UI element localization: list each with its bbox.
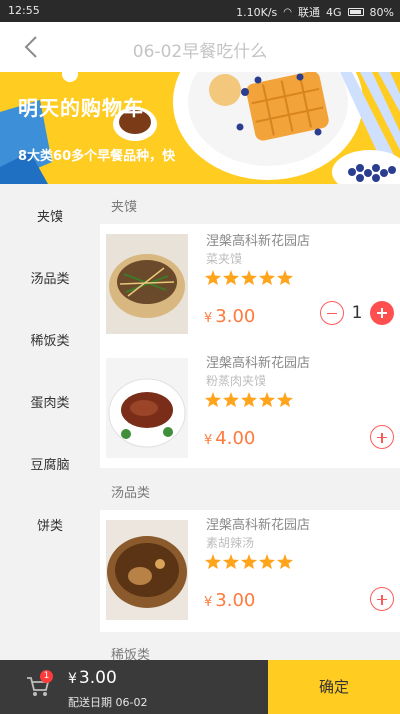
cart-badge: 1 — [40, 670, 53, 683]
plus-icon-vertical — [381, 432, 383, 443]
page-title: 06-02早餐吃什么 — [132, 42, 268, 62]
network-type: 4G — [326, 5, 342, 19]
product-price: ¥3.00 — [204, 306, 255, 327]
confirm-button[interactable]: 确定 — [268, 660, 400, 714]
banner-subtitle: 8大类60多个早餐品种，快 — [18, 149, 176, 164]
quantity-stepper — [370, 587, 394, 611]
product-card[interactable]: 涅槃高科新花园店 素胡辣汤 ¥3.00 — [100, 510, 400, 632]
section-title: 稀饭类 — [111, 648, 151, 660]
carrier-label: 联通 — [298, 6, 321, 19]
product-image — [106, 234, 188, 334]
cart-total: ¥3.00 — [68, 668, 117, 688]
dish-name: 菜夹馍 — [206, 252, 243, 266]
network-speed: 1.10K/s — [236, 5, 278, 19]
product-list: 夹馍 涅槃高科新花园店 菜夹馍 ¥ 3.00 1 涅槃高科新花园店 粉蒸肉夹馍 … — [100, 184, 400, 660]
category-item-tofu-pudding[interactable]: 豆腐脑 — [0, 454, 100, 473]
decrease-button[interactable] — [320, 301, 344, 325]
plus-icon-vertical — [381, 308, 383, 318]
cart-summary[interactable]: 1 ¥3.00 配送日期 06-02 — [0, 660, 268, 714]
status-bar: 12:55 1.10K/s ◠ 联通 4G 80% — [0, 0, 400, 22]
category-item-egg-meat[interactable]: 蛋肉类 — [0, 392, 100, 411]
battery-icon — [347, 8, 364, 16]
shop-name: 涅槃高科新花园店 — [206, 234, 311, 249]
shop-name: 涅槃高科新花园店 — [206, 356, 311, 371]
currency-symbol: ¥ — [204, 433, 213, 448]
quantity-stepper: 1 — [320, 301, 394, 325]
product-image — [106, 358, 188, 458]
dish-name: 素胡辣汤 — [206, 536, 255, 550]
product-price: ¥4.00 — [204, 428, 255, 449]
currency-symbol: ¥ — [68, 671, 77, 687]
promo-banner[interactable]: 明天的购物车 8大类60多个早餐品种，快 — [0, 72, 400, 184]
product-card[interactable]: 涅槃高科新花园店 粉蒸肉夹馍 ¥4.00 — [100, 346, 400, 468]
currency-symbol: ¥ — [204, 595, 213, 610]
add-button[interactable] — [370, 425, 394, 449]
category-item-soup[interactable]: 汤品类 — [0, 268, 100, 287]
minus-icon — [327, 312, 337, 315]
category-item-jiamo[interactable]: 夹馍 — [0, 206, 100, 225]
product-card[interactable]: 涅槃高科新花园店 菜夹馍 ¥3.00 1 — [100, 224, 400, 346]
banner-illustration — [0, 72, 400, 184]
dish-name: 粉蒸肉夹馍 — [206, 374, 267, 388]
banner-title: 明天的购物车 — [18, 96, 144, 120]
currency-symbol: ¥ — [204, 311, 213, 326]
battery-level: 80% — [369, 5, 394, 19]
star-icon — [205, 270, 293, 285]
category-menu: 夹馍 汤品类 稀饭类 蛋肉类 豆腐脑 饼类 — [0, 184, 100, 660]
quantity-stepper — [370, 425, 394, 449]
section-title: 汤品类 — [111, 486, 151, 501]
shop-name: 涅槃高科新花园店 — [206, 518, 311, 533]
status-right: 1.10K/s ◠ 联通 4G 80% — [236, 4, 394, 20]
total-value: 3.00 — [78, 668, 117, 688]
quantity-value: 1 — [351, 303, 363, 323]
price-value: 4.00 — [215, 428, 256, 449]
product-image — [106, 520, 188, 620]
delivery-date: 配送日期 06-02 — [68, 696, 148, 709]
star-icon — [205, 392, 293, 407]
category-item-pancake[interactable]: 饼类 — [0, 515, 100, 534]
rating-stars — [205, 554, 295, 570]
price-value: 3.00 — [215, 306, 256, 327]
cart-bar: 1 ¥3.00 配送日期 06-02 确定 — [0, 660, 400, 714]
increase-button[interactable] — [370, 301, 394, 325]
price-value: 3.00 — [215, 590, 256, 611]
section-title: 夹馍 — [111, 200, 138, 215]
star-icon — [205, 554, 293, 569]
product-price: ¥3.00 — [204, 590, 255, 611]
status-time: 12:55 — [8, 4, 40, 17]
rating-stars — [205, 270, 295, 286]
rating-stars — [205, 392, 295, 408]
category-item-porridge[interactable]: 稀饭类 — [0, 330, 100, 349]
plus-icon-vertical — [381, 594, 383, 605]
add-button[interactable] — [370, 587, 394, 611]
nav-bar: 06-02早餐吃什么 — [0, 22, 400, 72]
wifi-icon: ◠ — [283, 6, 293, 18]
